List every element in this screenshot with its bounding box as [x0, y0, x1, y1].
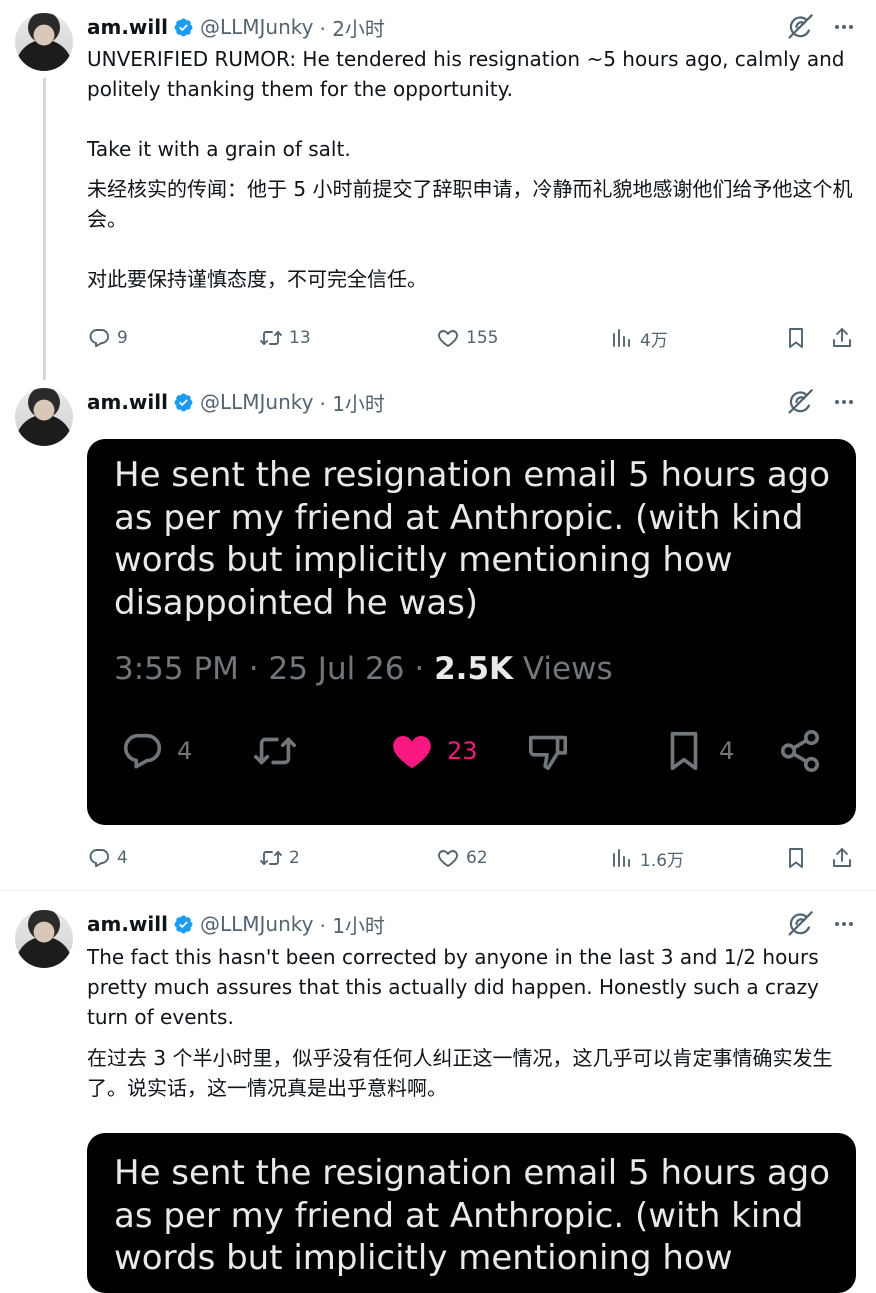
share-icon	[830, 846, 854, 870]
views-count: 1.6万	[640, 850, 685, 871]
card-bookmark-count: 4	[719, 737, 735, 765]
avatar[interactable]	[15, 388, 73, 446]
like-count: 62	[466, 848, 488, 868]
card-tweet-meta: 3:55 PM · 25 Jul 26 · 2.5K Views	[114, 651, 613, 687]
thread-connector-line	[43, 78, 46, 380]
share-icon	[777, 728, 823, 774]
tweet-header: am.will @LLMJunky · 1小时	[87, 387, 385, 417]
more-icon[interactable]	[832, 390, 856, 414]
avatar[interactable]	[15, 13, 73, 71]
like-icon	[436, 326, 460, 350]
card-time: 3:55 PM	[114, 651, 239, 687]
card-reply-count: 4	[177, 737, 193, 765]
share-icon	[830, 326, 854, 350]
share-button[interactable]	[830, 846, 854, 870]
like-icon	[436, 846, 460, 870]
bookmark-icon	[784, 326, 808, 350]
repost-button[interactable]: 13	[259, 326, 311, 350]
like-count: 155	[466, 328, 499, 348]
like-button[interactable]: 62	[436, 846, 488, 870]
like-button[interactable]: 155	[436, 326, 498, 350]
display-name[interactable]: am.will	[87, 15, 168, 39]
grok-icon[interactable]	[786, 13, 814, 41]
share-button[interactable]	[830, 326, 854, 350]
card-repost	[252, 728, 298, 774]
user-handle[interactable]: @LLMJunky	[200, 912, 314, 936]
more-icon[interactable]	[832, 912, 856, 936]
reply-icon	[87, 326, 111, 350]
user-handle[interactable]: @LLMJunky	[200, 15, 314, 39]
card-like-count: 23	[447, 737, 478, 765]
embedded-screenshot-card[interactable]: He sent the resignation email 5 hours ag…	[87, 1133, 856, 1293]
repost-icon	[259, 326, 283, 350]
user-handle[interactable]: @LLMJunky	[200, 390, 314, 414]
repost-icon	[259, 846, 283, 870]
reply-button[interactable]: 4	[87, 846, 128, 870]
tweet-translation: 未经核实的传闻：他于 5 小时前提交了辞职申请，冷静而礼貌地感谢他们给予他这个机…	[87, 177, 853, 291]
card-tweet-text: He sent the resignation email 5 hours ag…	[114, 1153, 841, 1278]
bookmark-icon	[661, 728, 707, 774]
bookmark-button[interactable]	[784, 846, 808, 870]
display-name[interactable]: am.will	[87, 912, 168, 936]
card-views-count: 2.5K	[434, 651, 514, 687]
card-dislike	[525, 728, 571, 774]
bookmark-icon	[784, 846, 808, 870]
views-button[interactable]: 1.6万	[610, 846, 684, 871]
repost-icon	[252, 728, 298, 774]
more-icon[interactable]	[832, 15, 856, 39]
avatar[interactable]	[15, 910, 73, 968]
card-date: 25 Jul 26	[268, 651, 405, 687]
display-name[interactable]: am.will	[87, 390, 168, 414]
verified-badge-icon	[173, 17, 194, 38]
grok-icon[interactable]	[786, 388, 814, 416]
card-separator: ·	[248, 651, 259, 687]
verified-badge-icon	[173, 914, 194, 935]
tweet-time[interactable]: · 1小时	[319, 388, 384, 417]
like-icon	[389, 728, 435, 774]
tweet-header: am.will @LLMJunky · 2小时	[87, 12, 385, 42]
action-bar: 9 13 155 4万	[87, 322, 857, 354]
verified-badge-icon	[173, 392, 194, 413]
tweet-divider	[0, 890, 876, 891]
dislike-icon	[525, 728, 571, 774]
card-tweet-text: He sent the resignation email 5 hours ag…	[114, 455, 841, 623]
tweet-time[interactable]: · 1小时	[319, 910, 384, 939]
card-like: 23	[389, 728, 478, 774]
card-separator: ·	[414, 651, 425, 687]
action-bar: 4 2 62 1.6万	[87, 842, 857, 874]
grok-icon[interactable]	[786, 910, 814, 938]
tweet-header: am.will @LLMJunky · 1小时	[87, 909, 385, 939]
card-views-label: Views	[522, 651, 613, 687]
card-bookmark: 4	[661, 728, 734, 774]
views-icon	[610, 846, 634, 870]
bookmark-button[interactable]	[784, 326, 808, 350]
repost-button[interactable]: 2	[259, 846, 300, 870]
reply-button[interactable]: 9	[87, 326, 128, 350]
tweet-text: The fact this hasn't been corrected by a…	[87, 945, 826, 1029]
reply-icon	[87, 846, 111, 870]
views-icon	[610, 326, 634, 350]
tweet-translation: 在过去 3 个半小时里，似乎没有任何人纠正这一情况，这几乎可以肯定事情确实发生了…	[87, 1046, 833, 1100]
views-count: 4万	[640, 330, 668, 351]
tweet-text: UNVERIFIED RUMOR: He tendered his resign…	[87, 47, 845, 161]
views-button[interactable]: 4万	[610, 326, 668, 351]
card-share	[777, 728, 823, 774]
tweet-time[interactable]: · 2小时	[319, 13, 384, 42]
card-reply: 4	[119, 728, 192, 774]
repost-count: 13	[289, 328, 311, 348]
embedded-screenshot-card[interactable]: He sent the resignation email 5 hours ag…	[87, 439, 856, 825]
repost-count: 2	[289, 848, 300, 868]
reply-count: 9	[117, 328, 128, 348]
reply-count: 4	[117, 848, 128, 868]
reply-icon	[119, 728, 165, 774]
